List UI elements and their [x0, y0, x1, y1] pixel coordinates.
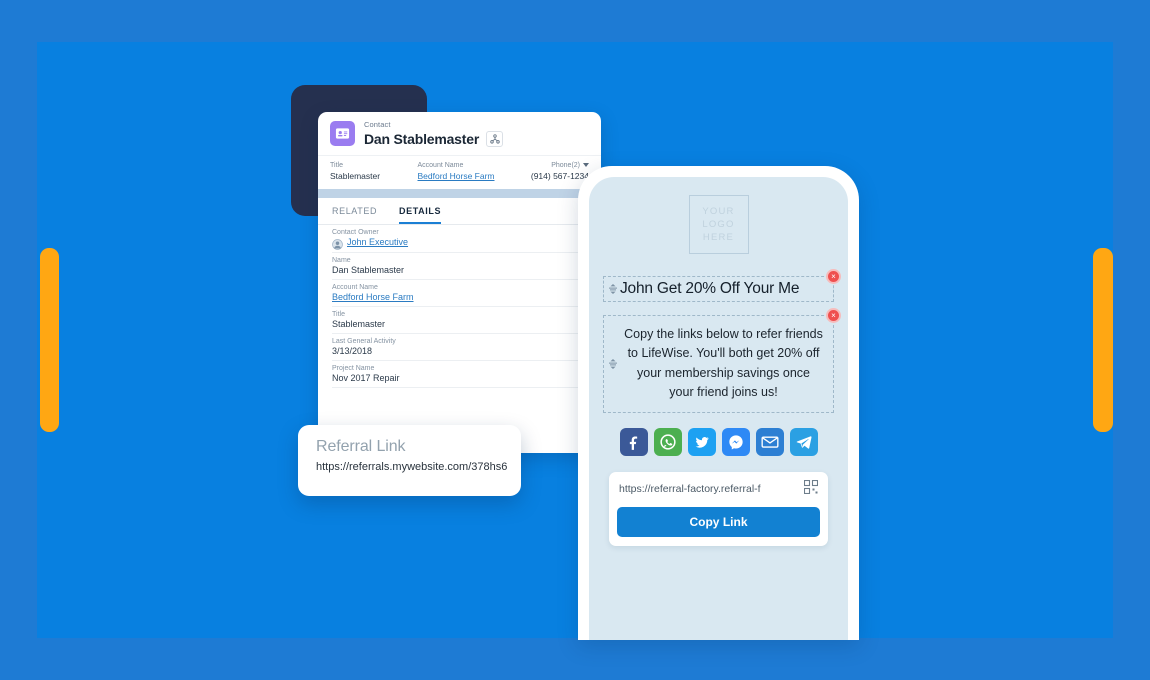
body-edit-block[interactable]: Copy the links below to refer friends to… [603, 308, 841, 413]
detail-row-contact-owner: Contact Owner John Executive [332, 225, 587, 253]
detail-value: 3/13/2018 [332, 345, 373, 356]
screenshot-stage: Contact Dan Stablemaster Title Stablemas… [0, 0, 1150, 680]
detail-row-last-general-activity: Last General Activity 3/13/2018 [332, 334, 587, 361]
detail-value: Dan Stablemaster [332, 264, 405, 275]
detail-label: Contact Owner [332, 228, 379, 236]
social-share-row [603, 427, 834, 456]
contact-card-icon [330, 121, 355, 147]
tab-details[interactable]: DETAILS [399, 206, 442, 224]
detail-label: Project Name [332, 364, 375, 372]
field-label: Phone(2) [551, 161, 580, 169]
record-name: Dan Stablemaster [364, 130, 480, 147]
twitter-icon[interactable] [687, 427, 716, 456]
body-text: Copy the links below to refer friends to… [624, 327, 823, 400]
phone-screen: YOUR LOGO HERE John Get 20% Off Your Me … [589, 177, 848, 640]
telegram-icon[interactable] [789, 427, 818, 456]
detail-field-list: Contact Owner John Executive Name Dan St… [318, 225, 601, 388]
drag-handle-icon[interactable] [606, 358, 620, 370]
field-label-row: Phone(2) [505, 162, 589, 169]
logo-placeholder[interactable]: YOUR LOGO HERE [688, 195, 749, 254]
detail-label: Title [332, 310, 345, 318]
detail-row-project-name: Project Name Nov 2017 Repair [332, 361, 587, 388]
highlight-field-title: Title Stablemaster [330, 162, 418, 181]
detail-value-link[interactable]: Bedford Horse Farm [332, 292, 587, 302]
highlight-field-phone: Phone(2) (914) 567-1234 [505, 162, 589, 181]
selection-highlight-bar [318, 188, 601, 198]
headline-edit-block[interactable]: John Get 20% Off Your Me × [603, 269, 841, 302]
detail-value-row: John Executive [332, 237, 587, 250]
headline-text: John Get 20% Off Your Me [620, 280, 800, 297]
detail-row-name: Name Dan Stablemaster [332, 253, 587, 280]
detail-label: Last General Activity [332, 337, 396, 345]
qr-code-icon[interactable] [803, 479, 819, 499]
close-icon[interactable]: × [826, 308, 841, 323]
messenger-icon[interactable] [721, 427, 750, 456]
field-value: Stablemaster [330, 170, 381, 181]
facebook-icon[interactable] [619, 427, 648, 456]
detail-row-title: Title Stablemaster [332, 307, 587, 334]
contact-card-header: Contact Dan Stablemaster [318, 112, 601, 155]
referral-link-url[interactable]: https://referrals.mywebsite.com/378hs6 [316, 461, 507, 473]
salesforce-contact-card: Contact Dan Stablemaster Title Stablemas… [318, 112, 601, 453]
orange-accent-right [1093, 248, 1113, 432]
contact-card-heading: Contact Dan Stablemaster [364, 120, 504, 147]
share-hierarchy-icon[interactable] [486, 130, 504, 147]
referral-link-input[interactable]: https://referral-factory.referral-f [619, 483, 801, 495]
tab-related[interactable]: RELATED [332, 206, 377, 224]
detail-label: Account Name [332, 283, 378, 291]
phone-mockup: YOUR LOGO HERE John Get 20% Off Your Me … [578, 166, 859, 640]
detail-value-link[interactable]: John Executive [347, 237, 408, 247]
referral-link-widget: https://referral-factory.referral-f Copy… [609, 471, 828, 546]
close-icon[interactable]: × [826, 269, 841, 284]
copy-link-button[interactable]: Copy Link [617, 506, 820, 537]
field-value-link[interactable]: Bedford Horse Farm [418, 171, 506, 181]
referral-link-card: Referral Link https://referrals.mywebsit… [298, 425, 521, 496]
chevron-down-icon[interactable] [583, 163, 589, 168]
detail-value: Nov 2017 Repair [332, 372, 400, 383]
drag-handle-icon[interactable] [606, 283, 620, 295]
referral-link-input-row[interactable]: https://referral-factory.referral-f [617, 479, 820, 507]
record-title-row: Dan Stablemaster [364, 130, 504, 147]
field-value: (914) 567-1234 [530, 170, 589, 181]
record-tabs: RELATED DETAILS [318, 198, 601, 225]
detail-label: Name [332, 256, 351, 264]
highlight-fields: Title Stablemaster Account Name Bedford … [318, 154, 601, 189]
referral-link-title: Referral Link [316, 438, 406, 455]
field-label: Account Name [417, 161, 464, 169]
highlight-field-account-name: Account Name Bedford Horse Farm [418, 162, 506, 181]
avatar [332, 237, 343, 250]
email-icon[interactable] [755, 427, 784, 456]
logo-placeholder-line-3: HERE [702, 232, 735, 243]
whatsapp-icon[interactable] [653, 427, 682, 456]
orange-accent-left [40, 248, 59, 432]
detail-value: Stablemaster [332, 318, 386, 329]
detail-row-account-name: Account Name Bedford Horse Farm [332, 280, 587, 307]
object-type-label: Contact [364, 120, 391, 129]
logo-placeholder-line-1: YOUR [702, 206, 735, 217]
field-label: Title [330, 161, 343, 169]
logo-placeholder-line-2: LOGO [702, 219, 735, 230]
